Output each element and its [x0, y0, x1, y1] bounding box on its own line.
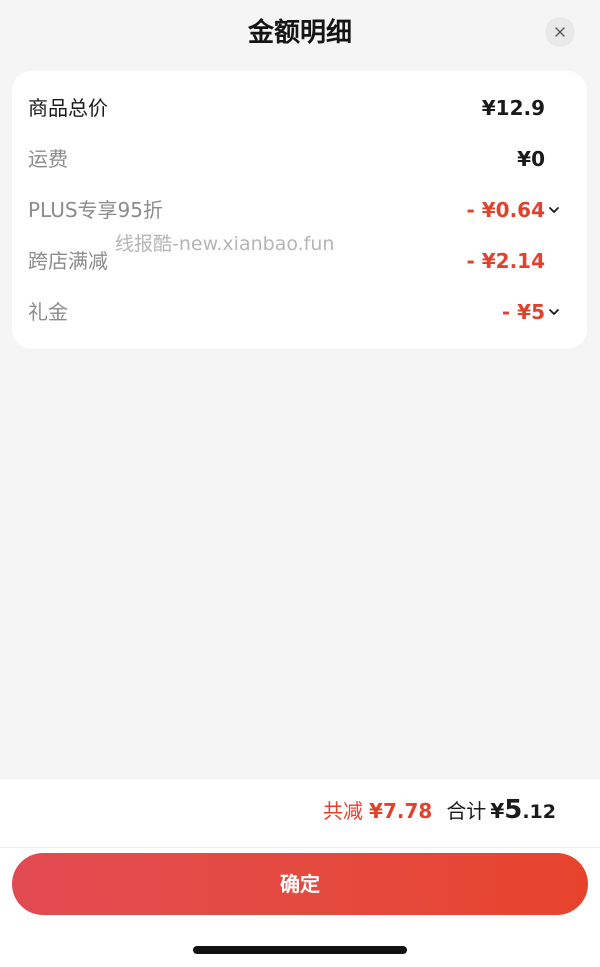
row-value: - ¥0.64 [466, 198, 545, 222]
home-indicator [193, 946, 407, 954]
row-label: 礼金 [28, 300, 68, 324]
close-icon [555, 27, 565, 37]
watermark: 线报酷-new.xianbao.fun [115, 233, 335, 255]
row-plus-discount[interactable]: PLUS专享95折 - ¥0.64 [28, 193, 575, 227]
sheet-header: 金额明细 [0, 0, 600, 66]
divider [0, 847, 600, 848]
row-shipping: 运费 ¥0 [28, 142, 575, 176]
total-currency: ¥ [490, 799, 505, 823]
total-decimal: .12 [522, 801, 556, 823]
close-button[interactable] [545, 17, 575, 47]
row-value: ¥12.9 [481, 96, 545, 120]
saved-amount: ¥7.78 [369, 799, 433, 823]
price-breakdown-card: 商品总价 ¥12.9 运费 ¥0 PLUS专享95折 - ¥0.64 跨店满减 … [12, 71, 587, 349]
row-value: - ¥5 [501, 300, 545, 324]
row-value: ¥0 [517, 147, 545, 171]
chevron-down-icon[interactable] [547, 203, 561, 217]
row-gift-money[interactable]: 礼金 - ¥5 [28, 295, 575, 329]
row-subtotal: 商品总价 ¥12.9 [28, 91, 575, 125]
footer: 共减 ¥7.78 合计 ¥ 5 .12 确定 [0, 779, 600, 967]
confirm-button[interactable]: 确定 [12, 853, 588, 915]
price-summary: 共减 ¥7.78 合计 ¥ 5 .12 [323, 795, 556, 835]
total-label: 合计 [446, 799, 487, 823]
row-label: 跨店满减 [28, 249, 108, 273]
row-label: 商品总价 [28, 96, 108, 120]
saved-label: 共减 [323, 799, 364, 823]
chevron-down-icon[interactable] [547, 305, 561, 319]
total-integer: 5 [504, 795, 523, 825]
row-value: - ¥2.14 [466, 249, 545, 273]
page-title: 金额明细 [247, 18, 352, 48]
row-label: PLUS专享95折 [28, 198, 163, 222]
row-label: 运费 [28, 147, 68, 171]
